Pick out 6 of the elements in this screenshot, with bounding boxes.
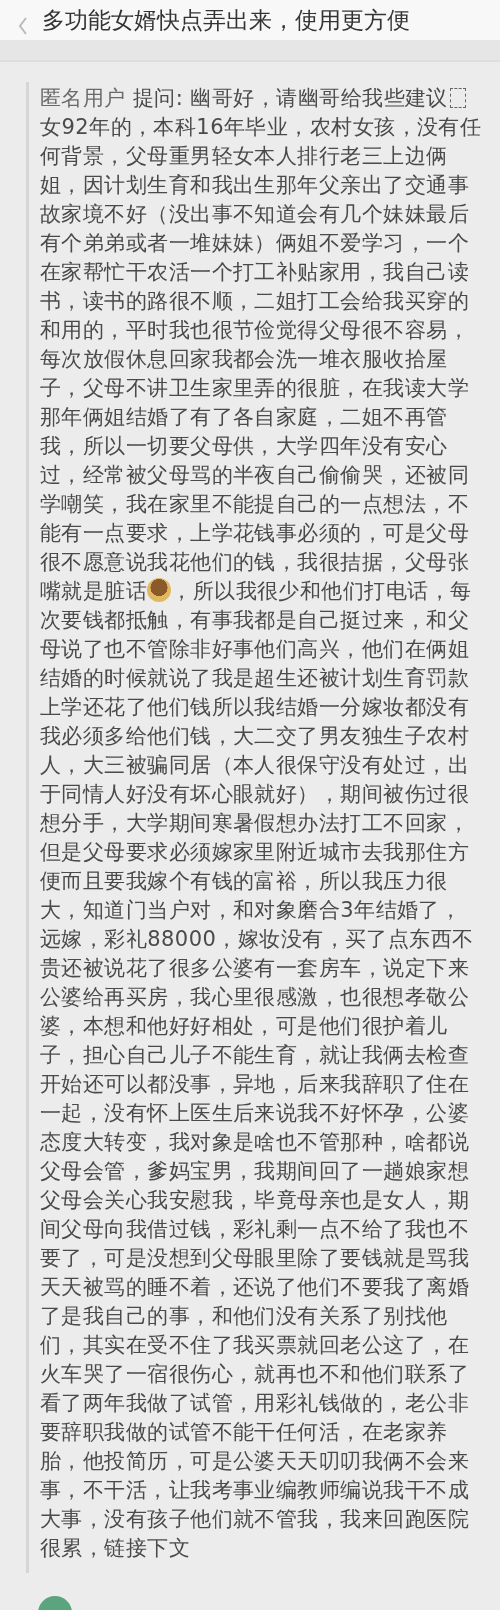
author-name: 匿名用户 [40, 86, 126, 110]
object-placeholder-icon [449, 88, 466, 108]
post-text: 匿名用户 提问: 幽哥好，请幽哥给我些建议 女92年的，本科16年毕业，农村女孩，没有任 何背景，父母重男轻女本人排行老三上边俩 姐，因计划生育和我出生那年父亲出了交通事 故家境不好（没出事不知道会有几个妹妹最后 有个弟弟或者一堆妹妹）俩姐不爱学习，一个 在家帮忙干农活一个打工补贴家用，我自己读 书，读书的路很不顺，二姐打工会给我买穿的 和用的，平时我也很节俭觉得父母很不容易， 每次放假休息回家我都会洗一堆衣服收拾屋 子，父母不讲卫生家里弄的很脏，在我读大学 那年俩姐结婚了有了各自家庭，二姐不再管 我，所以一切要父母供，大学四年没有安心 过，经常被父母骂的半夜自己偷偷哭，还被同 学嘲笑，我在家里不能提自己的一点想法，不 能有一点要求，上学花钱事必须的，可是父母 很不愿意说我花他们的钱，我很拮据，父母张 嘴就是脏话 ，所以我很少和他们打电话，每 次要钱都抵触，有事我都是自己挺过来，和父 母说了也不管除非好事他们高兴，他们在俩姐 结婚的时候就说了我是超生还被计划生育罚款 上学还花了他们钱所以我结婚一分嫁妆都没有 我必须多给他们钱，大二交了男友独生子农村 人，大三被骗同居（本人很保守没有处过，出 于同情人好没有坏心眼就好），期间被伤过很 想分手，大学期间寒暑假想办法打工不回家， 但是父母要求必须嫁家里附近城市去我那住方 便而且要我嫁个有钱的富裕，所以我压力很 大，知道门当户对，和对象磨合3年结婚了， 远嫁，彩礼88000，嫁妆没有，买了点东西不 贵还被说花了很多公婆有一套房车，说定下来 公婆给再买房，我心里很感激，也很想孝敬公 婆，本想和他好好相处，可是他们很护着儿 子，担心自己儿子不能生育，就让我俩去检查 开始还可以都没事，异地，后来我辞职了住在 一起，没有怀上医生后来说我不好怀孕，公婆 态度大转变，我对象是啥也不管那种，啥都说 父母会管，爹妈宝男，我期间回了一趟娘家想 父母会关心我安慰我，毕竟母亲也是女人，期 间父母向我借过钱，彩礼剩一点不给了我也不 要了，可是没想到父母眼里除了要钱就是骂我 天天被骂的睡不着，还说了他们不要我了离婚 了是我自己的事，和他们没有关系了别找他 们，其实在受不住了我买票就回老公这了，在 火车哭了一宿很伤心，就再也不和他们联系了 看了两年我做了试管，用彩礼钱做的，老公非 要辞职我做的试管不能干任何活，在老家养 胎，他投简历，可是公婆天天叨叨我俩不会来 事，不干活，让我考事业编教师编说我干不成 大事，没有孩子他们就不管我，我来回跑医院 很累，链接下文 [40, 85, 483, 1562]
back-icon[interactable] [18, 17, 28, 35]
page-title: 多功能女婿快点弄出来，使用更方便 [42, 5, 410, 35]
sticker-icon [147, 578, 172, 602]
